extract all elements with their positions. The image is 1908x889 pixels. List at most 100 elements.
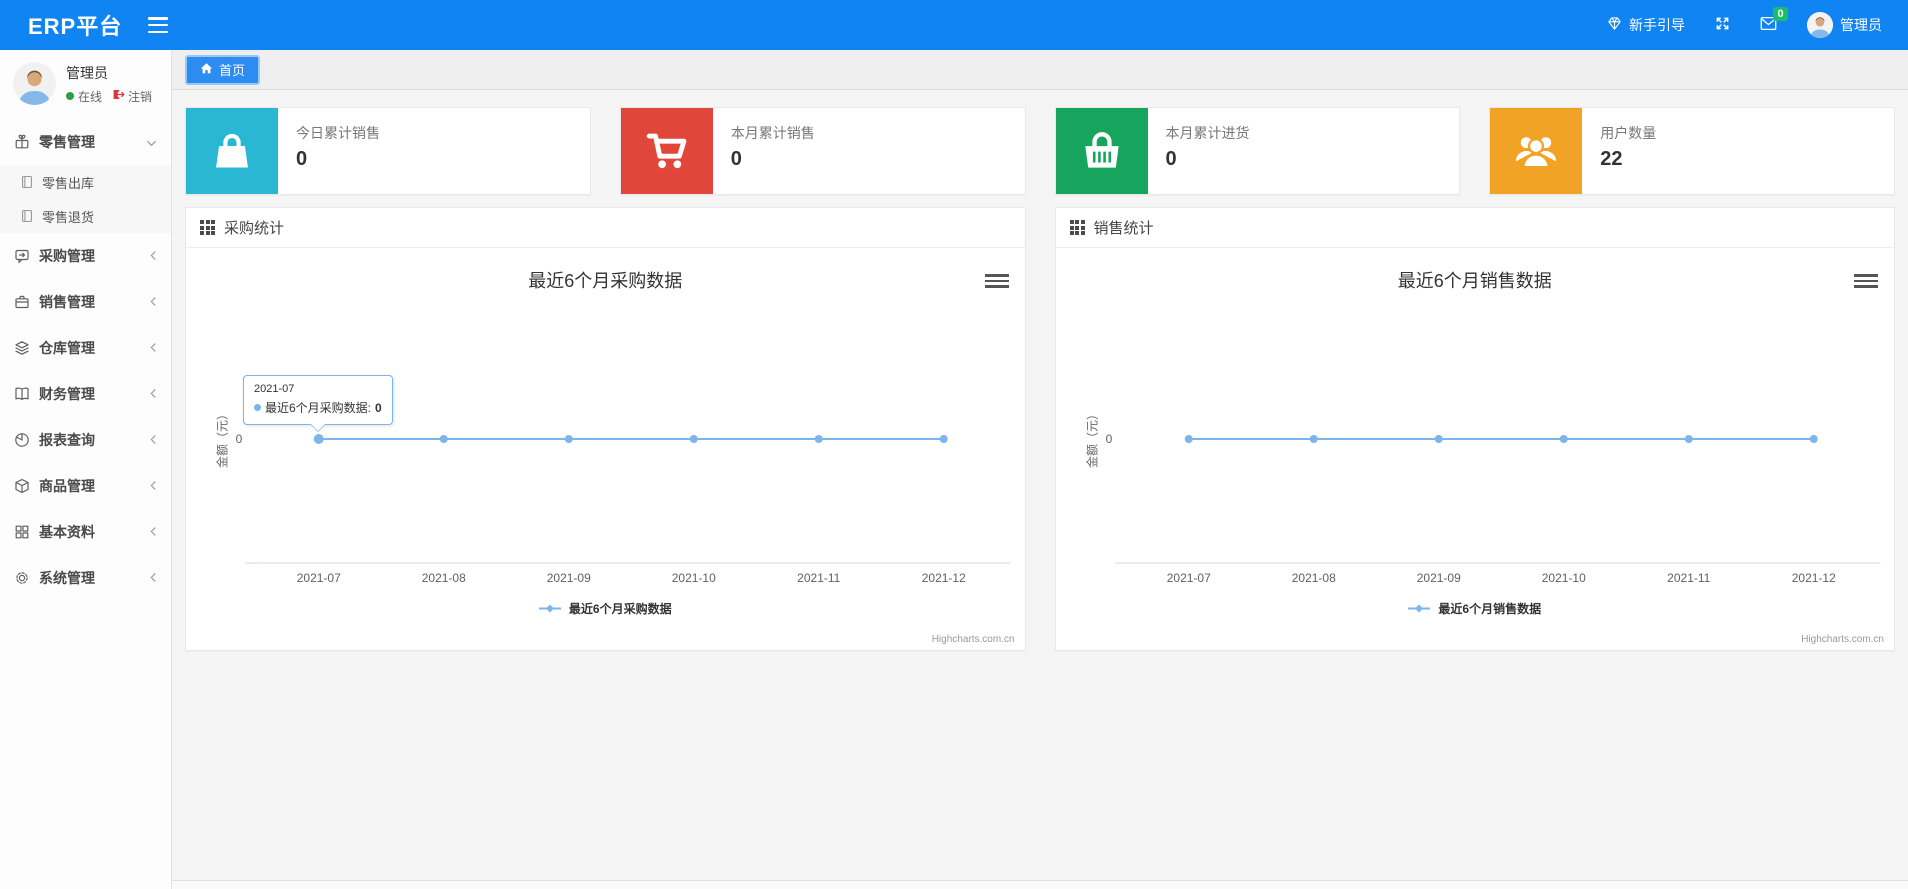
- guide-menu-item[interactable]: 新手引导: [1607, 15, 1685, 35]
- logout-label: 注销: [128, 89, 153, 104]
- grid-icon: [15, 525, 29, 539]
- chat-square-icon: [15, 249, 29, 264]
- sidebar-item-purchase[interactable]: 采购管理: [0, 233, 171, 279]
- user-menu[interactable]: 管理员: [1807, 12, 1882, 38]
- chevron-left-icon: [150, 248, 157, 264]
- main-content: 首页 今日累计销售 0 本月累计销售 0 本月累计进货 0 用户数量 22 采购…: [172, 50, 1908, 889]
- chevron-left-icon: [150, 340, 157, 356]
- stat-cards-row: 今日累计销售 0 本月累计销售 0 本月累计进货 0 用户数量 22: [172, 90, 1908, 195]
- fullscreen-button[interactable]: [1715, 16, 1730, 34]
- card-value: 0: [1165, 148, 1177, 170]
- sidebar-toggle-button[interactable]: [148, 17, 169, 33]
- sidebar-item-label: 财务管理: [39, 386, 95, 402]
- sidebar-item-warehouse[interactable]: 仓库管理: [0, 325, 171, 371]
- card-label: 今日累计销售: [296, 125, 380, 141]
- card-label: 用户数量: [1600, 125, 1657, 141]
- svg-text:2021-09: 2021-09: [1416, 571, 1460, 585]
- th-grid-icon: [200, 220, 215, 235]
- sidebar-item-system[interactable]: 系统管理: [0, 555, 171, 601]
- gift-icon: [15, 134, 29, 149]
- sidebar-item-retail-return[interactable]: 零售退货: [0, 199, 171, 233]
- chevron-left-icon: [150, 570, 157, 586]
- sidebar-item-products[interactable]: 商品管理: [0, 463, 171, 509]
- journal-icon: [22, 210, 32, 222]
- svg-text:2021-12: 2021-12: [1791, 571, 1835, 585]
- svg-text:2021-09: 2021-09: [547, 571, 591, 585]
- panel-title: 销售统计: [1093, 220, 1154, 237]
- purchase-stats-panel: 采购统计 最近6个月采购数据 金额（元） 0 2021-07 2021-08 2021…: [185, 207, 1026, 651]
- sidebar-item-retail-outbound[interactable]: 零售出库: [0, 165, 171, 199]
- panel-header: 采购统计: [186, 208, 1025, 248]
- tooltip-value: 0: [375, 400, 382, 415]
- card-label: 本月累计进货: [1165, 125, 1250, 141]
- sidebar-item-reports[interactable]: 报表查询: [0, 417, 171, 463]
- legend-marker-icon: [538, 604, 561, 613]
- layers-icon: [15, 341, 29, 355]
- svg-text:0: 0: [236, 432, 243, 446]
- sidebar-item-sales[interactable]: 销售管理: [0, 279, 171, 325]
- tooltip-series-label: 最近6个月采购数据:: [265, 401, 372, 415]
- chart-canvas[interactable]: 0 2021-07 2021-08 2021-09 2021-10 2021-11 2021…: [1056, 248, 1895, 650]
- retail-submenu: 零售出库 零售退货: [0, 165, 171, 233]
- sidebar-item-label: 采购管理: [39, 248, 95, 264]
- logout-link[interactable]: 注销: [112, 88, 152, 105]
- panel-title: 采购统计: [224, 220, 285, 237]
- card-value: 22: [1600, 148, 1623, 170]
- chart-canvas[interactable]: 0 2021-07 2021-08 2021-09 2021-10 2021-11 2021…: [186, 248, 1025, 650]
- app-logo: ERP平台: [28, 14, 123, 39]
- chart-tooltip: 2021-07 最近6个月采购数据: 0: [243, 375, 393, 425]
- gear-icon: [16, 572, 28, 584]
- card-month-purchases: 本月累计进货 0: [1054, 107, 1461, 195]
- sales-stats-panel: 销售统计 最近6个月销售数据 金额（元） 0 2021-07 2021-08 2021…: [1054, 207, 1895, 651]
- messages-button[interactable]: 0: [1760, 7, 1788, 34]
- sidebar-item-label: 报表查询: [39, 432, 95, 448]
- legend-marker-icon: [1408, 604, 1431, 613]
- tab-home[interactable]: 首页: [185, 54, 261, 85]
- sidebar-item-retail[interactable]: 零售管理: [0, 119, 171, 165]
- logout-icon: [112, 88, 125, 104]
- home-icon: [200, 62, 213, 78]
- sidebar-item-label: 基本资料: [39, 524, 95, 540]
- sidebar-item-label: 仓库管理: [39, 340, 95, 356]
- book-icon: [15, 387, 29, 400]
- tab-bar: 首页: [172, 50, 1908, 90]
- fullscreen-icon: [1715, 16, 1730, 34]
- card-label: 本月累计销售: [730, 125, 815, 141]
- svg-text:2021-08: 2021-08: [422, 571, 466, 585]
- navbar-avatar: [1807, 12, 1833, 38]
- svg-text:2021-12: 2021-12: [922, 571, 966, 585]
- card-today-sales: 今日累计销售 0: [185, 107, 591, 195]
- legend-label: 最近6个月采购数据: [568, 602, 672, 616]
- legend-item[interactable]: 最近6个月采购数据: [186, 600, 1025, 617]
- chevron-left-icon: [150, 386, 157, 402]
- content-filler: [172, 651, 1908, 880]
- chevron-left-icon: [150, 524, 157, 540]
- sidebar-item-label: 商品管理: [39, 478, 95, 494]
- highcharts-credits[interactable]: Highcharts.com.cn: [1801, 634, 1884, 645]
- svg-text:2021-11: 2021-11: [1667, 571, 1710, 585]
- legend-label: 最近6个月销售数据: [1438, 602, 1542, 616]
- tooltip-category: 2021-07: [254, 383, 295, 395]
- shopping-cart-icon: [620, 108, 713, 194]
- online-status-label: 在线: [78, 89, 103, 104]
- top-navbar: ERP平台 新手引导 0 管理员: [0, 0, 1908, 50]
- svg-text:2021-07: 2021-07: [297, 571, 341, 585]
- chart-panels-row: 采购统计 最近6个月采购数据 金额（元） 0 2021-07 2021-08 2021…: [172, 195, 1908, 651]
- svg-text:2021-10: 2021-10: [672, 571, 716, 585]
- sidebar-username: 管理员: [66, 64, 108, 81]
- chevron-left-icon: [150, 432, 157, 448]
- sidebar-item-finance[interactable]: 财务管理: [0, 371, 171, 417]
- card-month-sales: 本月累计销售 0: [619, 107, 1026, 195]
- journal-icon: [22, 176, 32, 188]
- highcharts-credits[interactable]: Highcharts.com.cn: [932, 634, 1015, 645]
- chevron-down-icon: [146, 134, 157, 150]
- chevron-left-icon: [150, 294, 157, 310]
- svg-text:2021-11: 2021-11: [797, 571, 840, 585]
- sidebar-item-label: 系统管理: [39, 570, 95, 586]
- card-user-count: 用户数量 22: [1489, 107, 1895, 195]
- navbar-username: 管理员: [1840, 17, 1882, 33]
- sidebar-item-basic-data[interactable]: 基本资料: [0, 509, 171, 555]
- sales-chart: 最近6个月销售数据 金额（元） 0 2021-07 2021-08 2021-09 20…: [1056, 248, 1895, 650]
- legend-item[interactable]: 最近6个月销售数据: [1056, 600, 1895, 617]
- pie-chart-icon: [15, 433, 29, 447]
